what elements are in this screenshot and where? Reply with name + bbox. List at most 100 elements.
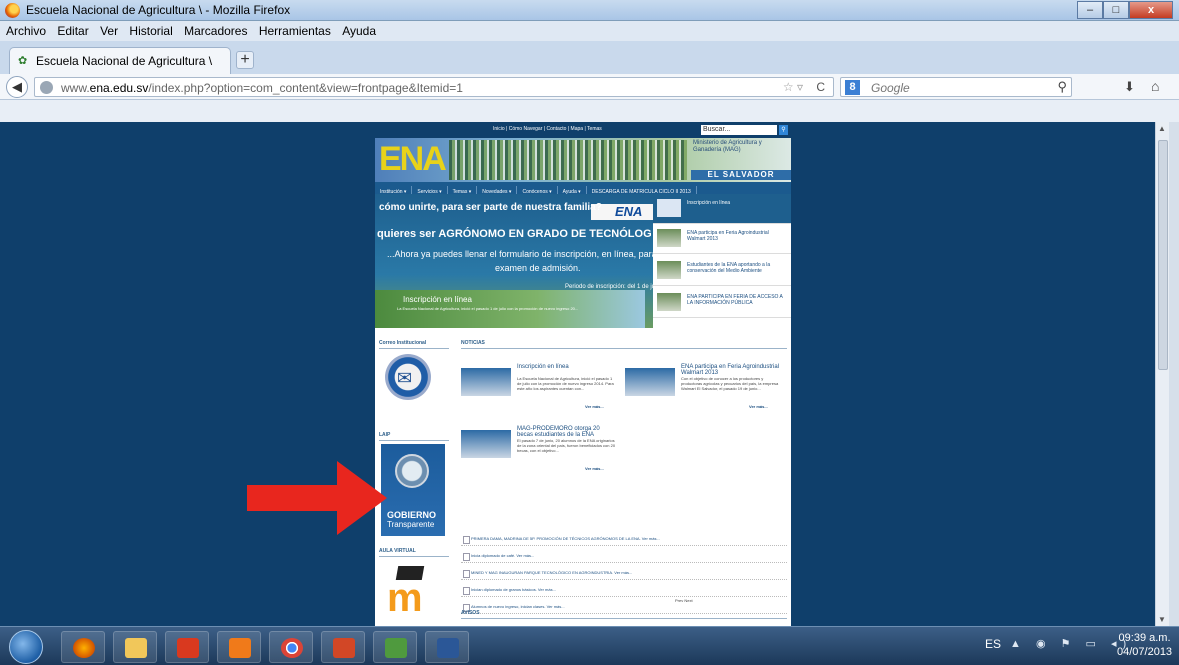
maximize-button[interactable]: □ [1103, 1, 1129, 19]
slide-item[interactable]: ENA participa en Feria Agroindustrial Wa… [653, 224, 791, 254]
site-search-icon[interactable]: ⚲ [779, 125, 788, 135]
site-search-input[interactable]: Buscar... [701, 125, 777, 135]
menu-marcadores[interactable]: Marcadores [180, 21, 251, 38]
news-item[interactable]: ENA participa en Feria Agroindustrial Wa… [625, 364, 785, 414]
back-button[interactable]: ◀ [6, 76, 28, 98]
word-icon [437, 638, 459, 658]
menu-archivo[interactable]: Archivo [0, 21, 50, 38]
slide-item[interactable]: Inscripción en línea [653, 194, 791, 224]
red-arrow-annotation [247, 461, 387, 535]
other-news-item[interactable]: Inician diplomado de granos básicos. Ver… [461, 584, 787, 597]
scroll-down-icon[interactable]: ▼ [1158, 615, 1166, 624]
site-topbar: Inicio | Cómo Navegar | Contacto | Mapa … [375, 122, 791, 138]
taskbar-powerpoint[interactable] [321, 631, 365, 663]
prev-next-pager[interactable]: Prev Next [675, 598, 693, 603]
other-news-item[interactable]: MINED Y MAG INAUGURAN PARQUE TECNOLÓGICO… [461, 567, 787, 580]
taskbar-presentation[interactable] [373, 631, 417, 663]
taskbar-firefox[interactable] [61, 631, 105, 663]
tab-ena[interactable]: ✿ Escuela Nacional de Agricultura \ [9, 47, 231, 74]
taskbar-pdf[interactable] [165, 631, 209, 663]
clock-date: 04/07/2013 [1117, 646, 1173, 658]
taskbar-word[interactable] [425, 631, 469, 663]
slide-item[interactable]: ENA PARTICIPA EN FERIA DE ACCESO A LA IN… [653, 288, 791, 318]
news-title[interactable]: MAG-PRODEMORO otorga 20 becas estudiante… [517, 426, 617, 438]
news-item[interactable]: MAG-PRODEMORO otorga 20 becas estudiante… [461, 426, 621, 476]
menu-herramientas[interactable]: Herramientas [255, 21, 335, 38]
start-button[interactable] [9, 630, 43, 664]
slide-list: Inscripción en línea ENA participa en Fe… [653, 194, 791, 328]
ena-logo[interactable]: ENA [379, 140, 447, 178]
site-sidebar: Correo Institucional ✉ LAIP GOBIERNO Tra… [379, 340, 449, 618]
download-icon[interactable]: ⬇ [1124, 79, 1135, 95]
tab-bar: ✿ Escuela Nacional de Agricultura \ + [0, 41, 1179, 74]
search-bar[interactable]: 8 Google ⚲ [840, 77, 1072, 97]
navigation-bar: ◀ www.ena.edu.sv/index.php?option=com_co… [0, 74, 1179, 100]
laip-subtitle: Transparente [387, 520, 435, 529]
news-photo [461, 430, 511, 458]
news-body: Con el objetivo de conocer a los product… [681, 376, 779, 391]
clock[interactable]: 09:39 a.m. 04/07/2013 [1117, 631, 1172, 659]
news-photo [625, 368, 675, 396]
news-item[interactable]: Inscripción en línea La Escuela Nacional… [461, 364, 621, 414]
scroll-up-icon[interactable]: ▲ [1158, 124, 1166, 133]
ena-website: Inicio | Cómo Navegar | Contacto | Mapa … [375, 122, 791, 626]
chrome-icon [281, 638, 303, 658]
other-news-item[interactable]: Inicia diplomado de café. Ver más... [461, 550, 787, 563]
home-icon[interactable]: ⌂ [1151, 78, 1159, 94]
news-section: NOTICIAS Inscripción en línea La Escuela… [461, 340, 787, 614]
menu-editar[interactable]: Editar [53, 21, 92, 38]
news-title[interactable]: Inscripción en línea [517, 364, 617, 370]
news-body: La Escuela Nacional de Agricultura, inic… [517, 376, 614, 391]
taskbar-explorer[interactable] [113, 631, 157, 663]
news-title[interactable]: ENA participa en Feria Agroindustrial Wa… [681, 364, 781, 376]
correo-heading: Correo Institucional [379, 340, 449, 349]
firefox-icon [73, 638, 95, 658]
ver-mas-link[interactable]: Ver más... [749, 404, 768, 409]
slide-item[interactable]: Estudiantes de la ENA aportando a la con… [653, 256, 791, 286]
aula-virtual-heading: AULA VIRTUAL [379, 548, 449, 557]
google-icon[interactable]: 8 [845, 80, 860, 95]
window-titlebar[interactable]: Escuela Nacional de Agricultura \ - Mozi… [0, 0, 1179, 21]
slide-line-4: examen de admisión. [495, 263, 581, 273]
scroll-thumb[interactable] [1158, 140, 1168, 370]
slide-thumb [657, 293, 681, 311]
system-tray-icons[interactable]: ▲ ◉ ⚑ ▭ ◂) [1010, 637, 1132, 650]
slide-thumb [657, 261, 681, 279]
url-bar[interactable]: www.ena.edu.sv/index.php?option=com_cont… [34, 77, 834, 97]
search-icon[interactable]: ⚲ [1057, 79, 1067, 95]
site-banner: ENA Ministerio de Agricultura y Ganaderí… [375, 138, 791, 182]
tab-label: Escuela Nacional de Agricultura \ [36, 54, 213, 68]
bookmark-star-icon[interactable]: ☆ ▿ [783, 80, 803, 94]
window-right-edge [1169, 122, 1179, 626]
slide-caption-title: Inscripción en línea [403, 295, 472, 304]
other-news-item[interactable]: PRIMERA DAMA, MADRINA DE 5P. PROMOCIÓN D… [461, 533, 787, 546]
menu-historial[interactable]: Historial [125, 21, 176, 38]
noticias-heading: NOTICIAS [461, 340, 787, 349]
language-indicator[interactable]: ES [985, 637, 1001, 651]
favicon-icon: ✿ [18, 55, 28, 67]
taskbar-media[interactable] [217, 631, 261, 663]
reload-icon[interactable]: C [816, 80, 825, 94]
magnifier-seal-icon [395, 454, 429, 488]
featured-slider[interactable]: ENA cómo unirte, para ser parte de nuest… [375, 194, 791, 328]
new-tab-button[interactable]: + [236, 51, 254, 69]
moodle-link[interactable]: m [383, 566, 439, 618]
ver-mas-link[interactable]: Ver más... [585, 466, 604, 471]
taskbar-chrome[interactable] [269, 631, 313, 663]
slide-line-3: ...Ahora ya puedes llenar el formulario … [387, 249, 657, 259]
menu-ayuda[interactable]: Ayuda [338, 21, 380, 38]
page-viewport: Inicio | Cómo Navegar | Contacto | Mapa … [0, 122, 1155, 626]
gobierno-transparente-link[interactable]: GOBIERNO Transparente [381, 444, 445, 536]
laip-heading: LAIP [379, 432, 449, 441]
mail-icon: ✉ [397, 368, 413, 388]
menu-ver[interactable]: Ver [96, 21, 122, 38]
laip-title: GOBIERNO [387, 510, 437, 520]
slide-caption-body: La Escuela Nacional de Agricultura, inic… [397, 306, 579, 311]
minimize-button[interactable]: – [1077, 1, 1103, 19]
ver-mas-link[interactable]: Ver más... [585, 404, 604, 409]
media-icon [229, 638, 251, 658]
top-links[interactable]: Inicio | Cómo Navegar | Contacto | Mapa … [493, 126, 602, 132]
site-menu: Institución ▾ Servicios ▾ Temas ▾ Novedades… [375, 182, 791, 195]
vertical-scrollbar[interactable]: ▲ ▼ [1155, 122, 1169, 626]
close-button[interactable]: x [1129, 1, 1173, 19]
